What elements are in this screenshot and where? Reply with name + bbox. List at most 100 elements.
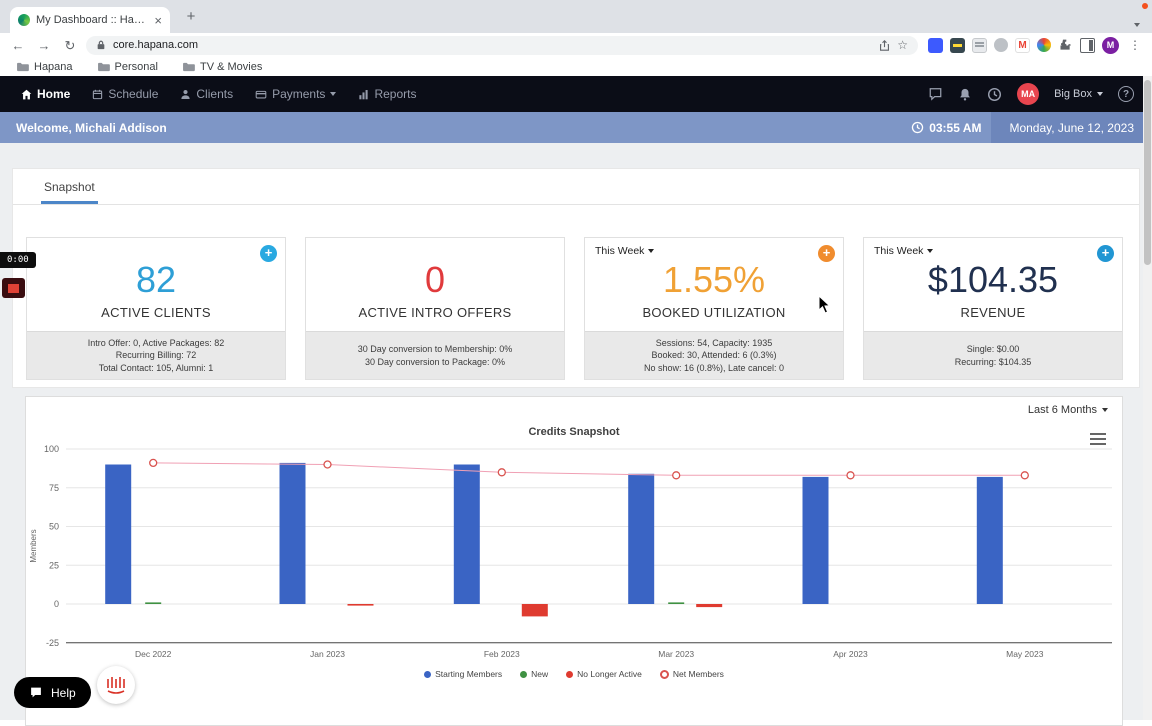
share-icon[interactable] <box>879 39 890 52</box>
x-tick-label: Apr 2023 <box>833 649 868 659</box>
x-tick-label: Feb 2023 <box>484 649 520 659</box>
stat-footer: 30 Day conversion to Membership: 0% 30 D… <box>306 331 564 379</box>
legend-swatch-icon <box>520 670 528 678</box>
help-circle-icon[interactable]: ? <box>1118 86 1134 102</box>
stat-value: 1.55% <box>662 259 766 300</box>
reload-icon[interactable]: ↻ <box>60 39 80 52</box>
credit-card-icon <box>255 90 267 98</box>
navbar-right-cluster: MA Big Box ? <box>928 83 1142 105</box>
nav-item-schedule[interactable]: Schedule <box>81 76 169 112</box>
bookmarks-bar: Hapana Personal TV & Movies <box>0 57 1152 76</box>
revenue-range-dropdown[interactable]: This Week <box>874 245 934 257</box>
stat-footer: Sessions: 54, Capacity: 1935 Booked: 30,… <box>585 331 843 379</box>
extension-keyboard-icon[interactable] <box>972 37 987 53</box>
account-switcher[interactable]: Big Box <box>1054 88 1103 100</box>
bell-icon[interactable] <box>958 87 972 102</box>
y-tick-label: 25 <box>49 560 59 570</box>
y-tick-label: 75 <box>49 483 59 493</box>
stat-card-revenue: This Week + $104.35 REVENUE Single: $0.0… <box>863 237 1123 380</box>
recorder-icon[interactable] <box>2 278 25 298</box>
tab-search-chevron-icon[interactable] <box>1134 14 1140 32</box>
stat-value: 82 <box>135 259 177 300</box>
stat-footer-line: Recurring: $104.35 <box>954 356 1032 367</box>
stat-label: ACTIVE CLIENTS <box>101 305 211 320</box>
page-scrollbar[interactable] <box>1143 76 1152 720</box>
bookmark-star-icon[interactable]: ☆ <box>897 38 908 52</box>
mouse-cursor <box>818 295 831 314</box>
chat-icon[interactable] <box>928 87 943 101</box>
stat-cards-row: + 82 ACTIVE CLIENTS Intro Offer: 0, Acti… <box>26 237 1123 380</box>
legend-item[interactable]: Starting Members <box>424 669 502 679</box>
dashboard-content: Snapshot + 82 ACTIVE CLIENTS Intro Offer… <box>0 143 1152 726</box>
credits-snapshot-card: Last 6 Months Credits Snapshot -25 0 25 50 7… <box>25 396 1123 726</box>
new-tab-button[interactable]: + <box>180 6 202 28</box>
folder-icon <box>97 62 110 71</box>
tab-snapshot[interactable]: Snapshot <box>41 171 98 204</box>
y-tick-label: 100 <box>44 444 59 454</box>
bar <box>628 473 655 604</box>
bookmark-folder-personal[interactable]: Personal <box>97 61 158 73</box>
legend-item[interactable]: Net Members <box>659 669 724 679</box>
chevron-down-icon <box>1102 408 1108 412</box>
stat-value: 0 <box>424 259 446 300</box>
nav-item-payments[interactable]: Payments <box>244 76 347 112</box>
barcode-widget-icon[interactable] <box>97 666 135 704</box>
nav-item-home[interactable]: Home <box>10 76 81 112</box>
back-icon[interactable]: ← <box>8 39 28 52</box>
help-label: Help <box>51 685 76 700</box>
legend-item[interactable]: No Longer Active <box>566 669 642 679</box>
extension-gray-circle-icon[interactable] <box>994 38 1008 52</box>
chevron-down-icon <box>648 249 655 253</box>
address-bar[interactable]: core.hapana.com ☆ <box>86 35 918 55</box>
stat-footer-line: Recurring Billing: 72 <box>115 350 197 361</box>
y-tick-label: -25 <box>46 638 59 648</box>
line-marker <box>846 471 855 480</box>
nav-item-clients[interactable]: Clients <box>169 76 244 112</box>
bar <box>668 602 685 604</box>
bookmark-folder-tv-movies[interactable]: TV & Movies <box>182 61 262 73</box>
x-tick-label: Jan 2023 <box>310 649 345 659</box>
user-avatar[interactable]: MA <box>1017 83 1040 105</box>
browser-toolbar: ← → ↻ core.hapana.com ☆ M M ⋮ <box>0 33 1152 57</box>
x-tick-label: Mar 2023 <box>658 649 694 659</box>
bookmark-label: Personal <box>114 60 158 73</box>
legend-swatch-icon <box>566 670 574 678</box>
browser-tab-strip: My Dashboard :: Hapana | Tak × + <box>0 0 1152 33</box>
bar-chart-icon <box>359 89 369 99</box>
stat-card-booked-utilization: This Week + 1.55% BOOKED UTILIZATION Ses… <box>584 237 844 380</box>
legend-item[interactable]: New <box>520 669 548 679</box>
help-button[interactable]: Help <box>14 677 91 708</box>
help-chat-icon <box>31 687 41 698</box>
tab-close-icon[interactable]: × <box>154 14 162 27</box>
stat-footer-line: 30 Day conversion to Membership: 0% <box>357 344 513 354</box>
extensions-puzzle-icon[interactable] <box>1058 38 1073 53</box>
extensions-cluster: M M ⋮ <box>924 36 1144 54</box>
line-marker <box>149 458 158 468</box>
clock-icon[interactable] <box>987 87 1002 102</box>
forward-icon[interactable]: → <box>34 39 54 52</box>
bookmark-folder-hapana[interactable]: Hapana <box>16 61 73 73</box>
nav-label: Reports <box>374 87 417 101</box>
calendar-icon <box>93 89 103 99</box>
screen: { "icons": { "close": "×", "plus": "+", … <box>0 0 1152 726</box>
snapshot-panel: Snapshot + 82 ACTIVE CLIENTS Intro Offer… <box>12 168 1140 388</box>
stat-label: ACTIVE INTRO OFFERS <box>358 305 512 320</box>
extension-blue-icon[interactable] <box>928 37 943 53</box>
url-text[interactable]: core.hapana.com <box>113 39 872 51</box>
utilization-range-dropdown[interactable]: This Week <box>595 245 655 257</box>
nav-item-reports[interactable]: Reports <box>347 76 427 112</box>
current-date: Monday, June 12, 2023 <box>991 112 1152 143</box>
browser-profile-avatar[interactable]: M <box>1102 36 1119 54</box>
chart-range-dropdown[interactable]: Last 6 Months <box>1028 404 1108 416</box>
credits-chart: -25 0 25 50 75 100 Dec 2022 Jan 2023 Feb 2023 Mar… <box>29 444 1112 659</box>
gmail-extension-icon[interactable]: M <box>1015 37 1030 53</box>
browser-menu-kebab-icon[interactable]: ⋮ <box>1126 38 1144 52</box>
extension-dark-icon[interactable] <box>950 37 965 53</box>
extension-colorwheel-icon[interactable] <box>1037 38 1051 52</box>
browser-tab[interactable]: My Dashboard :: Hapana | Tak × <box>10 7 170 33</box>
folder-icon <box>17 62 29 71</box>
side-panel-icon[interactable] <box>1080 37 1095 53</box>
stat-value: $104.35 <box>927 259 1059 300</box>
scrollbar-thumb[interactable] <box>1144 80 1151 265</box>
panel-tab-row: Snapshot <box>13 169 1139 205</box>
